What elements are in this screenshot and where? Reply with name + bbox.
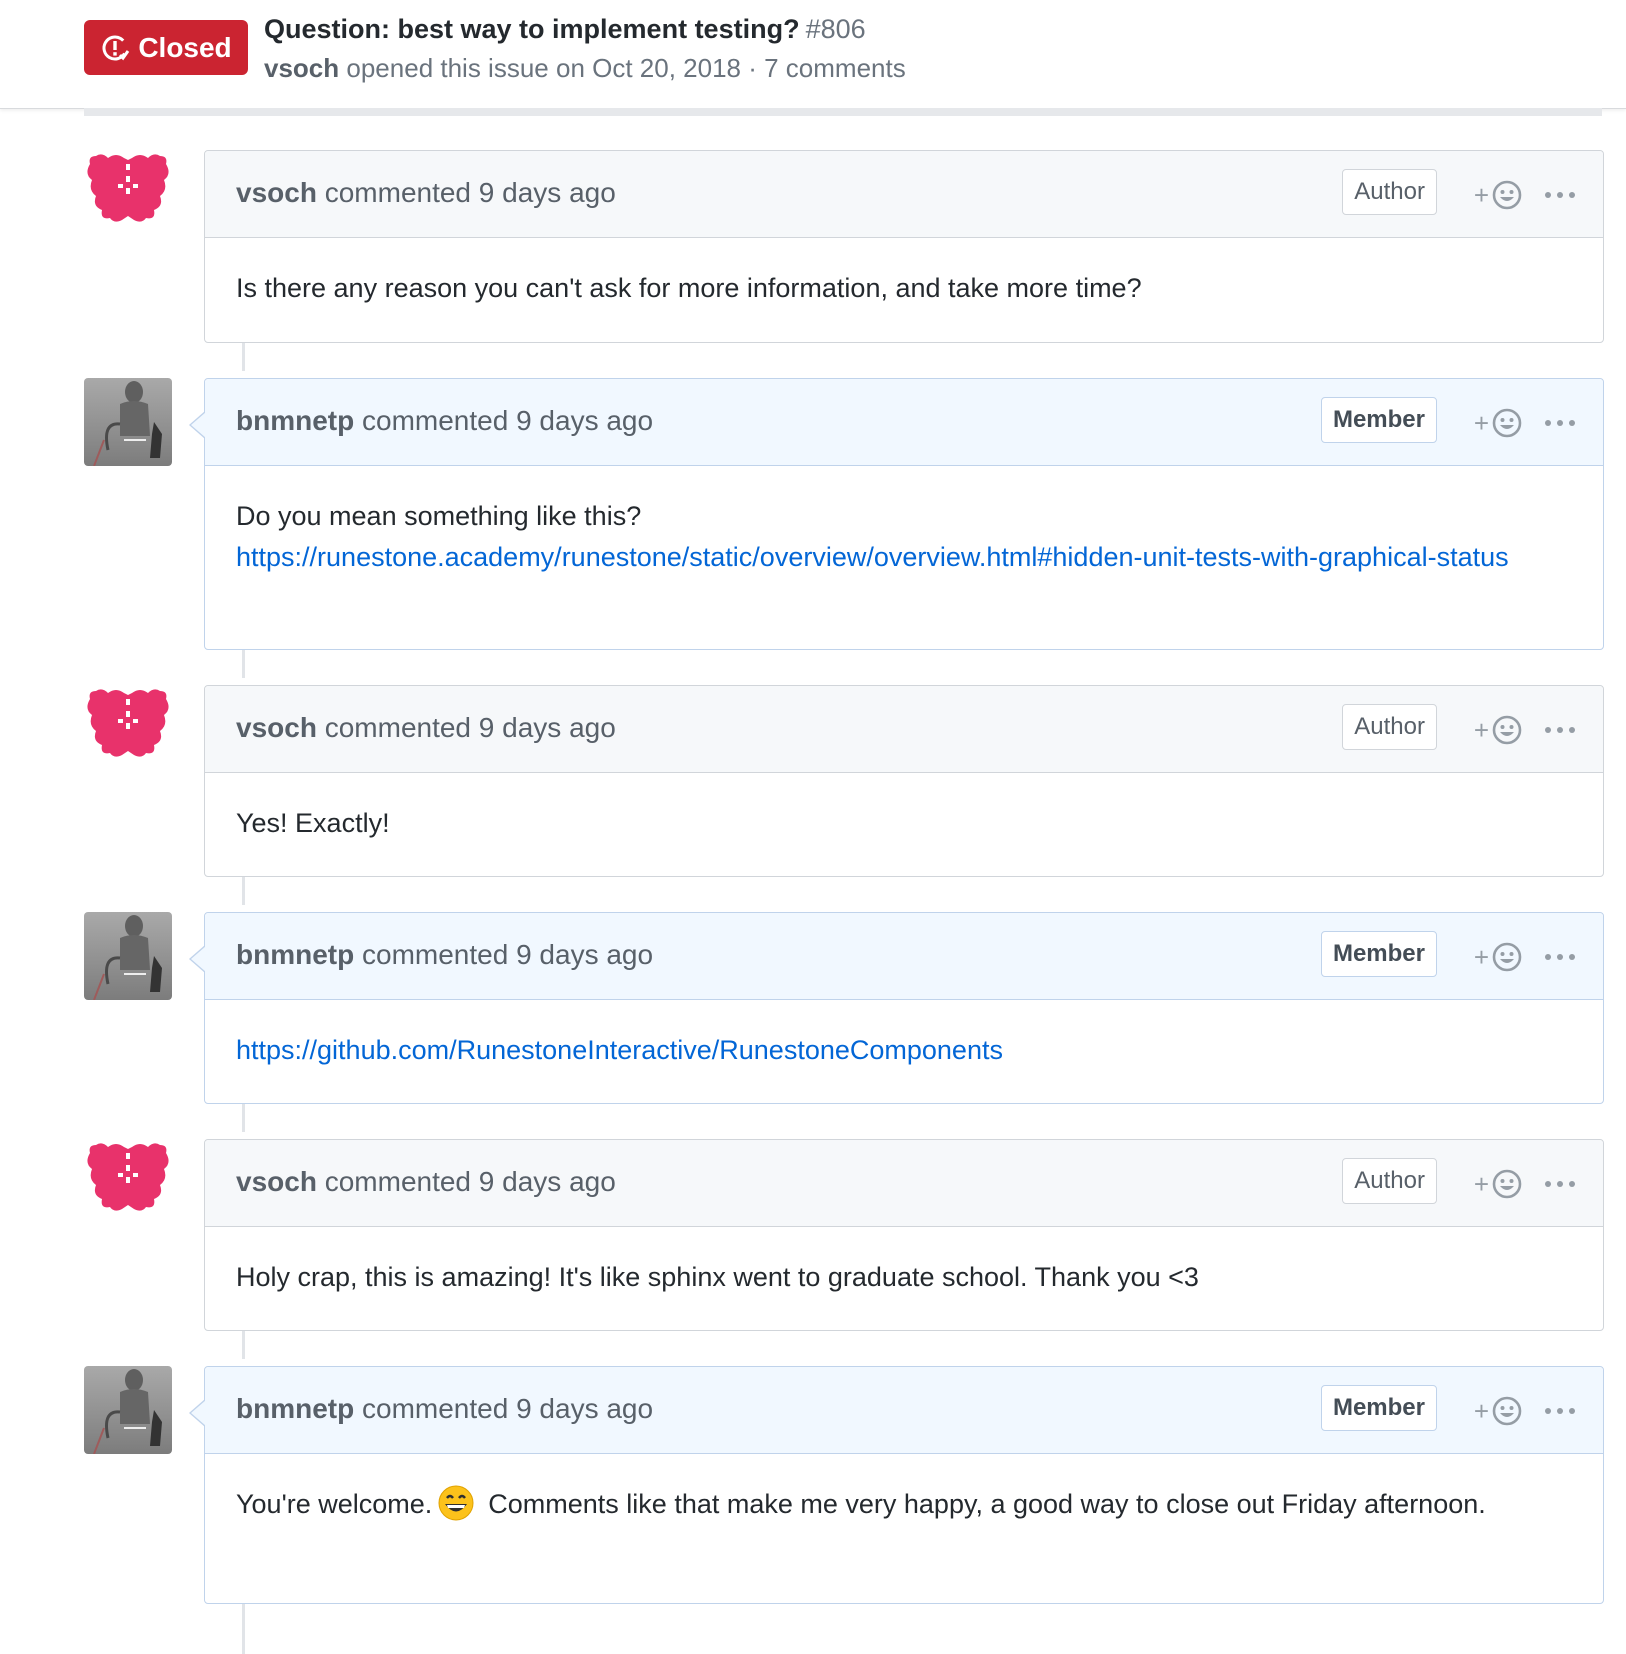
add-reaction-button[interactable]: +: [1474, 1391, 1523, 1431]
comment-author[interactable]: bnmnetp: [236, 939, 354, 970]
comment-timestamp[interactable]: commented 9 days ago: [362, 939, 653, 970]
comment-caret: [189, 411, 206, 439]
comment-body: Holy crap, this is amazing! It's like sp…: [236, 1262, 1199, 1292]
comment-header: vsoch commented 9 days ago Author +: [205, 1140, 1603, 1227]
more-options-button[interactable]: [1545, 1393, 1575, 1429]
avatar[interactable]: [84, 912, 172, 1000]
comment-text: Do you mean something like this?: [236, 501, 642, 531]
author-label: Author: [1342, 1158, 1437, 1204]
comment-timestamp[interactable]: commented 9 days ago: [325, 177, 616, 208]
comment-header: vsoch commented 9 days ago Author +: [205, 686, 1603, 773]
comment-box: vsoch commented 9 days ago Author + Is t…: [204, 150, 1604, 343]
add-reaction-button[interactable]: +: [1474, 937, 1523, 977]
header-divider: [84, 108, 1602, 116]
author-label: Author: [1342, 704, 1437, 750]
add-reaction-button[interactable]: +: [1474, 175, 1523, 215]
comment-heading: vsoch commented 9 days ago: [236, 712, 616, 744]
issue-author-link[interactable]: vsoch: [264, 53, 339, 83]
avatar[interactable]: [84, 150, 172, 238]
state-badge-closed: Closed: [84, 20, 248, 75]
smiley-icon: [1492, 942, 1522, 972]
comment-box: vsoch commented 9 days ago Author + Yes!…: [204, 685, 1604, 877]
smiley-icon: [1492, 715, 1522, 745]
comment-body: https://github.com/RunestoneInteractive/…: [205, 1000, 1603, 1101]
more-options-button[interactable]: [1545, 1166, 1575, 1202]
grinning-face-emoji: [438, 1485, 474, 1521]
plus-icon: +: [1473, 714, 1489, 745]
smiley-icon: [1492, 408, 1522, 438]
smiley-icon: [1492, 1396, 1522, 1426]
comment-caret: [189, 945, 206, 973]
issue-meta-text: opened this issue on Oct 20, 2018 · 7 co…: [346, 53, 906, 83]
avatar[interactable]: [84, 685, 172, 773]
comment-box: bnmnetp commented 9 days ago Member + Yo…: [189, 1366, 1604, 1604]
plus-icon: +: [1473, 179, 1489, 210]
comment-header: vsoch commented 9 days ago Author +: [205, 151, 1603, 238]
comment-author[interactable]: bnmnetp: [236, 405, 354, 436]
comment-header: bnmnetp commented 9 days ago Member +: [205, 379, 1603, 466]
comment-box: bnmnetp commented 9 days ago Member + Do…: [189, 378, 1604, 650]
smiley-icon: [1492, 1169, 1522, 1199]
more-options-button[interactable]: [1545, 939, 1575, 975]
comment-caret: [189, 1399, 206, 1427]
more-options-button[interactable]: [1545, 405, 1575, 441]
comment-text: You're welcome.: [236, 1489, 433, 1519]
comment-header: bnmnetp commented 9 days ago Member +: [205, 1367, 1603, 1454]
comment-timestamp[interactable]: commented 9 days ago: [362, 1393, 653, 1424]
comment-box: vsoch commented 9 days ago Author + Holy…: [204, 1139, 1604, 1331]
comment-link[interactable]: https://github.com/RunestoneInteractive/…: [236, 1035, 1003, 1065]
comment-body: You're welcome. Comments like that make …: [205, 1454, 1603, 1555]
issue-meta: vsoch opened this issue on Oct 20, 2018 …: [264, 53, 906, 84]
more-options-button[interactable]: [1545, 712, 1575, 748]
issue-number: #806: [805, 14, 866, 44]
member-label: Member: [1320, 931, 1437, 977]
comment-author[interactable]: bnmnetp: [236, 1393, 354, 1424]
comment-link[interactable]: https://runestone.academy/runestone/stat…: [236, 542, 1509, 572]
state-label: Closed: [138, 31, 232, 63]
comment-timestamp[interactable]: commented 9 days ago: [325, 1166, 616, 1197]
plus-icon: +: [1473, 1395, 1489, 1426]
comment-heading: vsoch commented 9 days ago: [236, 177, 616, 209]
timeline-connector: [242, 877, 245, 905]
comment-body: Do you mean something like this? https:/…: [205, 466, 1603, 608]
add-reaction-button[interactable]: +: [1474, 1164, 1523, 1204]
plus-icon: +: [1473, 1168, 1489, 1199]
add-reaction-button[interactable]: +: [1474, 403, 1523, 443]
avatar[interactable]: [84, 1366, 172, 1454]
comment-author[interactable]: vsoch: [236, 177, 317, 208]
comment-author[interactable]: vsoch: [236, 1166, 317, 1197]
comment-timestamp[interactable]: commented 9 days ago: [325, 712, 616, 743]
comment-box: bnmnetp commented 9 days ago Member + ht…: [189, 912, 1604, 1104]
comment-text: Comments like that make me very happy, a…: [488, 1489, 1486, 1519]
avatar[interactable]: [84, 378, 172, 466]
timeline-connector: [242, 1331, 245, 1359]
more-options-button[interactable]: [1545, 177, 1575, 213]
timeline-connector: [242, 1104, 245, 1132]
issue-closed-icon: [102, 35, 130, 60]
timeline-connector: [242, 343, 245, 371]
timeline-connector: [242, 1604, 245, 1654]
comment-heading: bnmnetp commented 9 days ago: [236, 939, 653, 971]
issue-title-text: Question: best way to implement testing?: [264, 14, 800, 44]
plus-icon: +: [1473, 941, 1489, 972]
comment-body: Is there any reason you can't ask for mo…: [236, 273, 1142, 303]
comment-heading: bnmnetp commented 9 days ago: [236, 1393, 653, 1425]
comment-timestamp[interactable]: commented 9 days ago: [362, 405, 653, 436]
comment-heading: bnmnetp commented 9 days ago: [236, 405, 653, 437]
member-label: Member: [1320, 397, 1437, 443]
comment-header: bnmnetp commented 9 days ago Member +: [205, 913, 1603, 1000]
plus-icon: +: [1473, 407, 1489, 438]
author-label: Author: [1342, 169, 1437, 215]
avatar[interactable]: [84, 1139, 172, 1227]
comment-body: Yes! Exactly!: [236, 808, 390, 838]
smiley-icon: [1492, 180, 1522, 210]
issue-header: Closed Question: best way to implement t…: [0, 0, 1626, 109]
comment-author[interactable]: vsoch: [236, 712, 317, 743]
timeline-connector: [242, 650, 245, 678]
add-reaction-button[interactable]: +: [1474, 710, 1523, 750]
comment-heading: vsoch commented 9 days ago: [236, 1166, 616, 1198]
issue-title: Question: best way to implement testing?…: [264, 14, 866, 45]
member-label: Member: [1320, 1385, 1437, 1431]
